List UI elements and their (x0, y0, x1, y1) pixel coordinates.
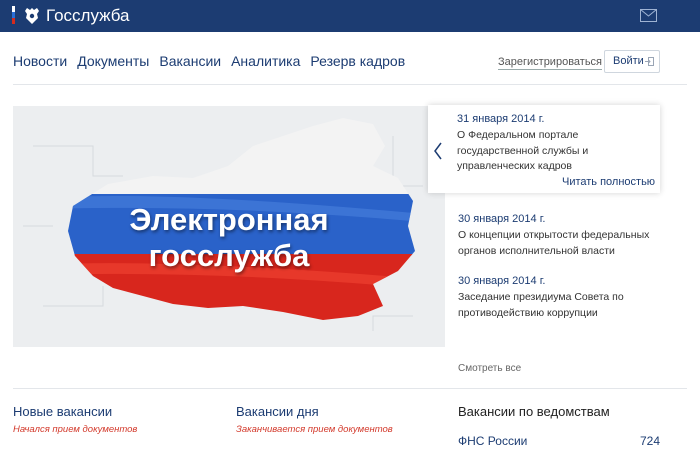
nav-personnel-reserve[interactable]: Резерв кадров (310, 52, 405, 70)
divider (13, 84, 687, 85)
news-date[interactable]: 30 января 2014 г. (458, 212, 545, 226)
promo-banner[interactable]: Электронная госслужба (13, 106, 445, 347)
login-button[interactable]: Войти (604, 50, 660, 73)
read-more-link[interactable]: Читать полностью (562, 176, 655, 189)
department-name[interactable]: ФНС России (458, 434, 527, 448)
mail-icon[interactable] (640, 9, 657, 22)
department-count[interactable]: 724 (640, 434, 660, 448)
news-date[interactable]: 30 января 2014 г. (458, 274, 545, 288)
register-link[interactable]: Зарегистрироваться (498, 56, 603, 70)
login-icon (645, 57, 654, 66)
nav-news[interactable]: Новости (13, 52, 67, 70)
nav-analytics[interactable]: Аналитика (231, 52, 300, 70)
news-title[interactable]: О Федеральном портале государственной сл… (457, 128, 657, 175)
top-bar: Госслужба (0, 0, 700, 32)
news-date[interactable]: 31 января 2014 г. (457, 112, 544, 126)
chevron-left-icon[interactable] (433, 142, 443, 160)
login-label: Войти (613, 55, 644, 67)
day-vacancies-note: Заканчивается прием документов (236, 424, 393, 435)
day-vacancies-title[interactable]: Вакансии дня (236, 404, 319, 420)
main-nav: Новости Документы Вакансии Аналитика Рез… (13, 52, 405, 70)
new-vacancies-note: Начался прием документов (13, 424, 138, 435)
see-all-link[interactable]: Смотреть все (458, 363, 521, 374)
coat-of-arms-icon (25, 8, 39, 24)
divider (13, 388, 687, 389)
banner-title-line2: госслужба (148, 238, 310, 273)
brand-title[interactable]: Госслужба (46, 5, 130, 27)
new-vacancies-title[interactable]: Новые вакансии (13, 404, 112, 420)
nav-documents[interactable]: Документы (77, 52, 149, 70)
flag-stripe-icon (12, 6, 15, 26)
department-vacancies-title: Вакансии по ведомствам (458, 404, 610, 419)
nav-vacancies[interactable]: Вакансии (159, 52, 221, 70)
banner-title-line1: Электронная (129, 202, 329, 237)
news-title[interactable]: Заседание президиума Совета по противоде… (458, 290, 638, 321)
news-title[interactable]: О концепции открытости федеральных орган… (458, 228, 658, 259)
